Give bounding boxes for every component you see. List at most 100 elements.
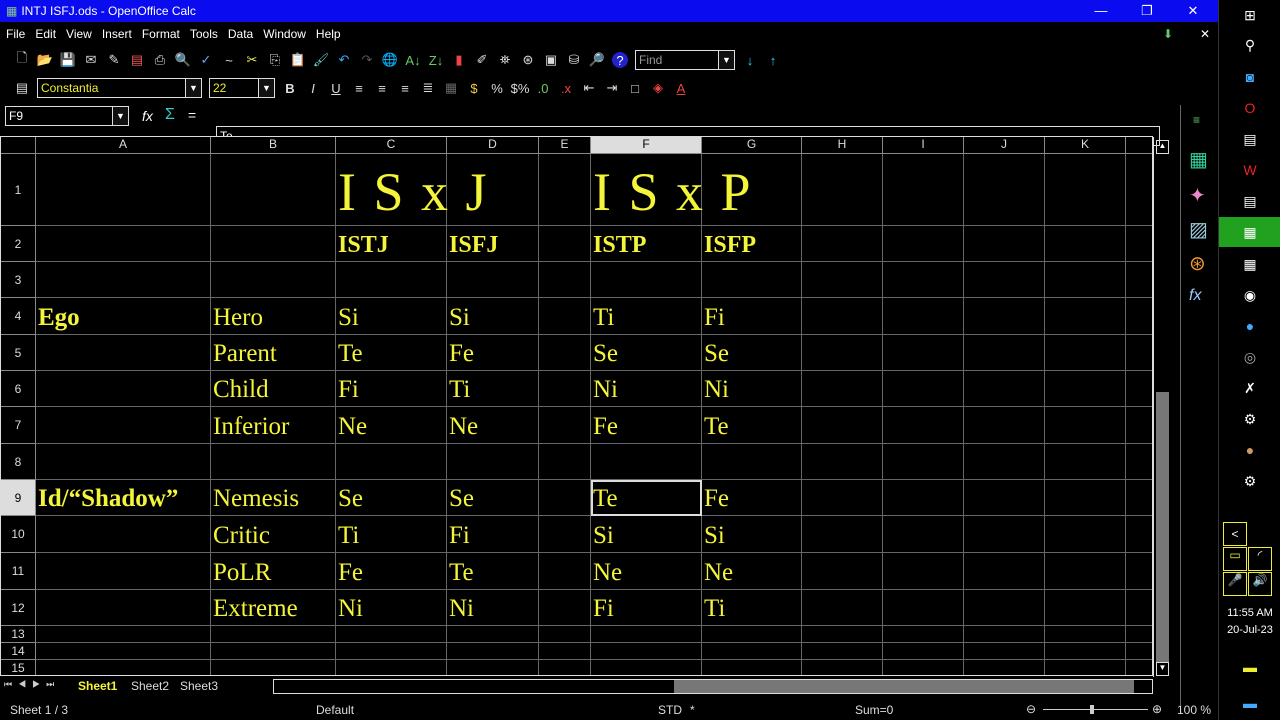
gimp-icon[interactable]: ◉	[1219, 280, 1280, 310]
cell[interactable]	[702, 626, 802, 643]
cell-c5[interactable]: Te	[336, 335, 447, 371]
cell[interactable]	[802, 480, 883, 516]
cell[interactable]	[447, 660, 539, 675]
show-desktop-icon[interactable]: ▬	[1219, 688, 1280, 718]
cell[interactable]	[1045, 626, 1126, 643]
cell[interactable]	[883, 407, 964, 444]
find-input[interactable]: Find ▼	[635, 50, 735, 70]
cell[interactable]	[802, 516, 883, 553]
paste-icon[interactable]: 📋	[290, 52, 306, 68]
writer-icon[interactable]: ▤	[1219, 186, 1280, 216]
cell[interactable]	[1045, 553, 1126, 590]
cell[interactable]	[964, 371, 1045, 407]
merge-cells-icon[interactable]: ▦	[443, 80, 459, 96]
row-header[interactable]: 15	[1, 660, 36, 675]
percent-icon[interactable]: %	[489, 80, 505, 96]
cell[interactable]	[802, 626, 883, 643]
app-icon-5[interactable]: ●	[1219, 435, 1280, 465]
cell-g11[interactable]: Ne	[702, 553, 802, 590]
sidebar-menu-icon[interactable]: ≡	[1193, 113, 1200, 127]
cell-f11[interactable]: Ne	[591, 553, 702, 590]
cell[interactable]	[539, 262, 591, 298]
row-header[interactable]: 12	[1, 590, 36, 626]
cell[interactable]	[964, 444, 1045, 480]
align-center-icon[interactable]: ≡	[374, 80, 390, 96]
column-header[interactable]: C	[336, 137, 447, 154]
cell-f2[interactable]: ISTP	[591, 226, 702, 262]
cell[interactable]	[964, 407, 1045, 444]
styles-formatting-icon[interactable]: ✦	[1189, 183, 1206, 208]
cell[interactable]	[211, 262, 336, 298]
cell[interactable]	[36, 154, 211, 226]
help-icon[interactable]: ?	[612, 52, 628, 68]
zoom-slider[interactable]	[1043, 709, 1148, 710]
cell[interactable]	[539, 154, 591, 226]
cell[interactable]	[539, 226, 591, 262]
cell[interactable]	[539, 553, 591, 590]
cell[interactable]	[964, 226, 1045, 262]
print-preview-icon[interactable]: 🔍	[175, 52, 191, 68]
row-header[interactable]: 13	[1, 626, 36, 643]
cell[interactable]	[883, 298, 964, 335]
cell[interactable]	[36, 444, 211, 480]
function-icon[interactable]: =	[188, 107, 196, 123]
row-header[interactable]: 14	[1, 643, 36, 660]
sum-icon[interactable]: Σ	[165, 106, 175, 124]
cell[interactable]	[1126, 590, 1152, 626]
row-header[interactable]: 5	[1, 335, 36, 371]
cell[interactable]	[964, 590, 1045, 626]
menu-edit[interactable]: Edit	[35, 27, 56, 41]
menu-window[interactable]: Window	[263, 27, 306, 41]
cell[interactable]	[591, 626, 702, 643]
cell[interactable]	[964, 480, 1045, 516]
cell-b9[interactable]: Nemesis	[211, 480, 336, 516]
cell[interactable]	[336, 262, 447, 298]
cell[interactable]	[211, 626, 336, 643]
edit-file-icon[interactable]: ✎	[106, 52, 122, 68]
cell-b5[interactable]: Parent	[211, 335, 336, 371]
cell-b7[interactable]: Inferior	[211, 407, 336, 444]
column-header[interactable]: H	[802, 137, 883, 154]
cell[interactable]	[1126, 371, 1152, 407]
cell[interactable]	[1126, 553, 1152, 590]
cell-c10[interactable]: Ti	[336, 516, 447, 553]
cell[interactable]	[36, 590, 211, 626]
cell[interactable]	[211, 226, 336, 262]
copy-icon[interactable]: ⎘	[267, 52, 283, 68]
row-header[interactable]: 1	[1, 154, 36, 226]
cell[interactable]	[883, 444, 964, 480]
cell[interactable]	[447, 154, 539, 226]
column-header[interactable]: D	[447, 137, 539, 154]
navigator-icon[interactable]: ⊛	[1189, 251, 1206, 276]
cell[interactable]	[883, 660, 964, 675]
zoom-icon[interactable]: 🔎	[589, 52, 605, 68]
app-icon-1[interactable]: ◙	[1219, 62, 1280, 92]
align-left-icon[interactable]: ≡	[351, 80, 367, 96]
cell[interactable]	[36, 226, 211, 262]
cell[interactable]	[964, 643, 1045, 660]
chevron-down-icon[interactable]: ▼	[112, 107, 128, 125]
cell[interactable]	[964, 626, 1045, 643]
cell[interactable]	[539, 407, 591, 444]
zoom-in-icon[interactable]: ⊕	[1152, 702, 1162, 716]
cell[interactable]	[702, 154, 802, 226]
datasources-icon[interactable]: ⛁	[566, 52, 582, 68]
cell-f12[interactable]: Fi	[591, 590, 702, 626]
cell[interactable]	[336, 643, 447, 660]
cell-c4[interactable]: Si	[336, 298, 447, 335]
calc-taskbar-icon[interactable]: ▦	[1219, 217, 1280, 247]
cell[interactable]	[964, 154, 1045, 226]
cell[interactable]	[211, 444, 336, 480]
name-box[interactable]: F9 ▼	[5, 106, 129, 126]
cell-g5[interactable]: Se	[702, 335, 802, 371]
cell[interactable]	[336, 626, 447, 643]
cell[interactable]	[802, 553, 883, 590]
wps-icon[interactable]: W	[1219, 155, 1280, 185]
draw-icon[interactable]: ✐	[474, 52, 490, 68]
save-icon[interactable]: 💾	[60, 52, 76, 68]
cell[interactable]	[1045, 407, 1126, 444]
chevron-down-icon[interactable]: ▼	[718, 51, 734, 69]
selection-mode[interactable]: STD	[658, 703, 682, 717]
vertical-scrollbar[interactable]: ▲ ▼	[1153, 137, 1171, 677]
cell[interactable]	[1126, 262, 1152, 298]
